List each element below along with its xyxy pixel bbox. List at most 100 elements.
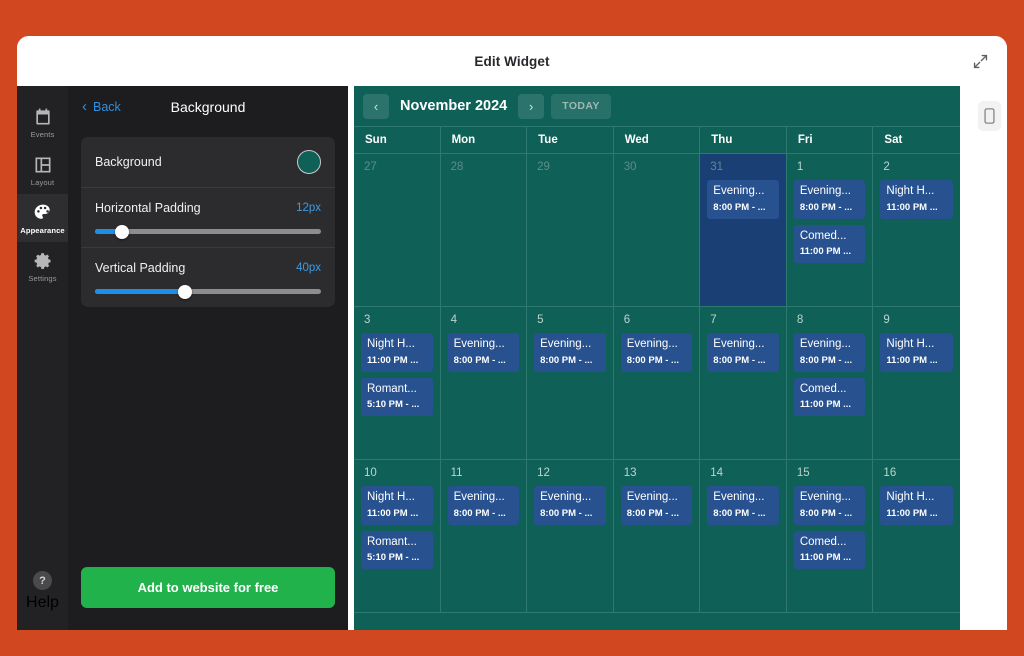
calendar-event[interactable]: Evening...8:00 PM - ... [794, 180, 866, 219]
mobile-device-icon[interactable] [978, 101, 1001, 131]
calendar-event[interactable]: Evening...8:00 PM - ... [707, 180, 779, 219]
next-month-button[interactable]: › [518, 94, 544, 119]
page-title: Edit Widget [474, 54, 549, 69]
calendar-event[interactable]: Evening...8:00 PM - ... [534, 333, 606, 372]
editor-body: Events Layout Appe [17, 86, 1007, 630]
calendar-week-row: 3Night H...11:00 PM ...Romant...5:10 PM … [354, 307, 960, 460]
sidebar-item-layout[interactable]: Layout [17, 146, 68, 194]
day-number: 30 [621, 161, 693, 173]
event-title: Evening... [627, 491, 687, 504]
event-title: Comed... [800, 536, 860, 549]
calendar-day-cell[interactable]: 7 Evening...8:00 PM - ... [700, 307, 787, 460]
calendar-event[interactable]: Night H... 11:00 PM ... [361, 486, 433, 525]
weekday-header: Tue [527, 127, 614, 154]
prev-month-button[interactable]: ‹ [363, 94, 389, 119]
event-time: 11:00 PM ... [367, 508, 427, 519]
today-button[interactable]: TODAY [551, 94, 611, 119]
calendar-day-cell[interactable]: 29 [527, 154, 614, 307]
event-title: Night H... [367, 491, 427, 504]
calendar-day-cell[interactable]: 15Evening...8:00 PM - ...Comed...11:00 P… [787, 460, 874, 613]
calendar-event[interactable]: Romant...5:10 PM - ... [361, 531, 433, 570]
event-time: 8:00 PM - ... [540, 508, 600, 519]
calendar-event[interactable]: Evening...8:00 PM - ... [448, 333, 520, 372]
sidebar-item-events[interactable]: Events [17, 98, 68, 146]
calendar-day-cell[interactable]: 8Evening...8:00 PM - ...Comed...11:00 PM… [787, 307, 874, 460]
sidebar-item-settings[interactable]: Settings [17, 242, 68, 290]
calendar-event[interactable]: Evening...8:00 PM - ... [707, 486, 779, 525]
calendar-event[interactable]: Evening... 8:00 PM - ... [621, 486, 693, 525]
settings-panel: ‹ Back Background Background Hor [68, 86, 348, 630]
calendar-day-cell[interactable]: 2Night H...11:00 PM ... [873, 154, 960, 307]
calendar-day-cell[interactable]: 1 Evening...8:00 PM - ... Comed...11:00 PM… [787, 154, 874, 307]
event-title: Evening... [540, 491, 600, 504]
calendar-event[interactable]: Evening...8:00 PM - ... [794, 333, 866, 372]
app-root: Edit Widget Events [0, 0, 1024, 656]
day-number: 1 [794, 161, 866, 173]
calendar-event[interactable]: Evening...8:00 PM - ... [448, 486, 520, 525]
calendar-day-cell[interactable]: 31Evening...8:00 PM - ... [700, 154, 787, 307]
calendar-day-cell[interactable]: 12Evening...8:00 PM - ... [527, 460, 614, 613]
event-time: 8:00 PM - ... [454, 355, 514, 366]
event-title: Evening... [800, 338, 860, 351]
calendar-event[interactable]: Evening...8:00 PM - ... [707, 333, 779, 372]
calendar-event[interactable]: Evening...8:00 PM - ... [794, 486, 866, 525]
calendar-event[interactable]: Night H...11:00 PM ... [880, 486, 953, 525]
calendar-event[interactable]: Evening...8:00 PM - ... [621, 333, 693, 372]
calendar-day-cell[interactable]: 3Night H...11:00 PM ...Romant...5:10 PM … [354, 307, 441, 460]
calendar-day-cell[interactable]: 4Evening...8:00 PM - ... [441, 307, 528, 460]
weekday-header: Sat [873, 127, 960, 154]
weekday-header: Thu [700, 127, 787, 154]
day-number: 13 [621, 467, 693, 479]
event-time: 8:00 PM - ... [454, 508, 514, 519]
event-time: 8:00 PM - ... [627, 508, 687, 519]
calendar-day-cell[interactable]: 13 Evening... 8:00 PM - ... [614, 460, 701, 613]
palette-icon [33, 203, 53, 223]
calendar-day-cell[interactable]: 11Evening...8:00 PM - ... [441, 460, 528, 613]
day-number: 28 [448, 161, 520, 173]
slider-knob[interactable] [115, 225, 129, 239]
calendar-day-cell[interactable]: 6Evening...8:00 PM - ... [614, 307, 701, 460]
setting-label: Horizontal Padding [95, 201, 201, 215]
calendar-day-cell[interactable]: 9Night H...11:00 PM ... [873, 307, 960, 460]
help-button[interactable]: ? Help [17, 571, 68, 630]
calendar-event[interactable]: Romant...5:10 PM - ... [361, 378, 433, 417]
event-time: 11:00 PM ... [886, 202, 947, 213]
calendar-day-cell[interactable]: 30 [614, 154, 701, 307]
horizontal-padding-slider[interactable] [95, 229, 321, 234]
back-label: Back [93, 100, 121, 114]
calendar-week-row: 10Night H...11:00 PM ...Romant...5:10 PM… [354, 460, 960, 613]
sidebar-item-appearance[interactable]: Appearance [17, 194, 68, 242]
calendar-day-cell[interactable]: 10Night H...11:00 PM ...Romant...5:10 PM… [354, 460, 441, 613]
event-title: Comed... [800, 230, 860, 243]
calendar-event[interactable]: Night H...11:00 PM ... [880, 333, 953, 372]
calendar-event[interactable]: Comed...11:00 PM ... [794, 378, 866, 417]
calendar-day-cell[interactable]: 28 [441, 154, 528, 307]
back-button[interactable]: ‹ Back [82, 100, 121, 114]
expand-arrows-icon[interactable] [969, 50, 991, 72]
calendar-day-cell[interactable]: 14Evening...8:00 PM - ... [700, 460, 787, 613]
panel-footer: Add to website for free [68, 567, 348, 630]
calendar-event[interactable]: Night H...11:00 PM ... [361, 333, 433, 372]
day-number: 7 [707, 314, 779, 326]
vertical-padding-slider[interactable] [95, 289, 321, 294]
weekday-header: Mon [441, 127, 528, 154]
event-title: Evening... [800, 185, 860, 198]
calendar-event[interactable]: Comed... 11:00 PM ... [794, 531, 866, 570]
calendar-event[interactable]: Comed...11:00 PM ... [794, 225, 866, 264]
event-time: 11:00 PM ... [886, 508, 947, 519]
calendar-event[interactable]: Night H...11:00 PM ... [880, 180, 953, 219]
add-to-website-button[interactable]: Add to website for free [81, 567, 335, 608]
window-titlebar: Edit Widget [17, 36, 1007, 86]
calendar-day-cell[interactable]: 5Evening...8:00 PM - ... [527, 307, 614, 460]
calendar-event[interactable]: Evening... 8:00 PM - ... [534, 486, 606, 525]
day-number: 27 [361, 161, 433, 173]
slider-knob[interactable] [178, 285, 192, 299]
setting-value: 40px [296, 262, 321, 274]
calendar-day-cell[interactable]: 27 [354, 154, 441, 307]
day-number: 16 [880, 467, 953, 479]
background-color-swatch[interactable] [297, 150, 321, 174]
event-time: 11:00 PM ... [800, 552, 860, 563]
event-title: Evening... [540, 338, 600, 351]
calendar-day-cell[interactable]: 16 Night H...11:00 PM ... [873, 460, 960, 613]
event-title: Evening... [713, 338, 773, 351]
